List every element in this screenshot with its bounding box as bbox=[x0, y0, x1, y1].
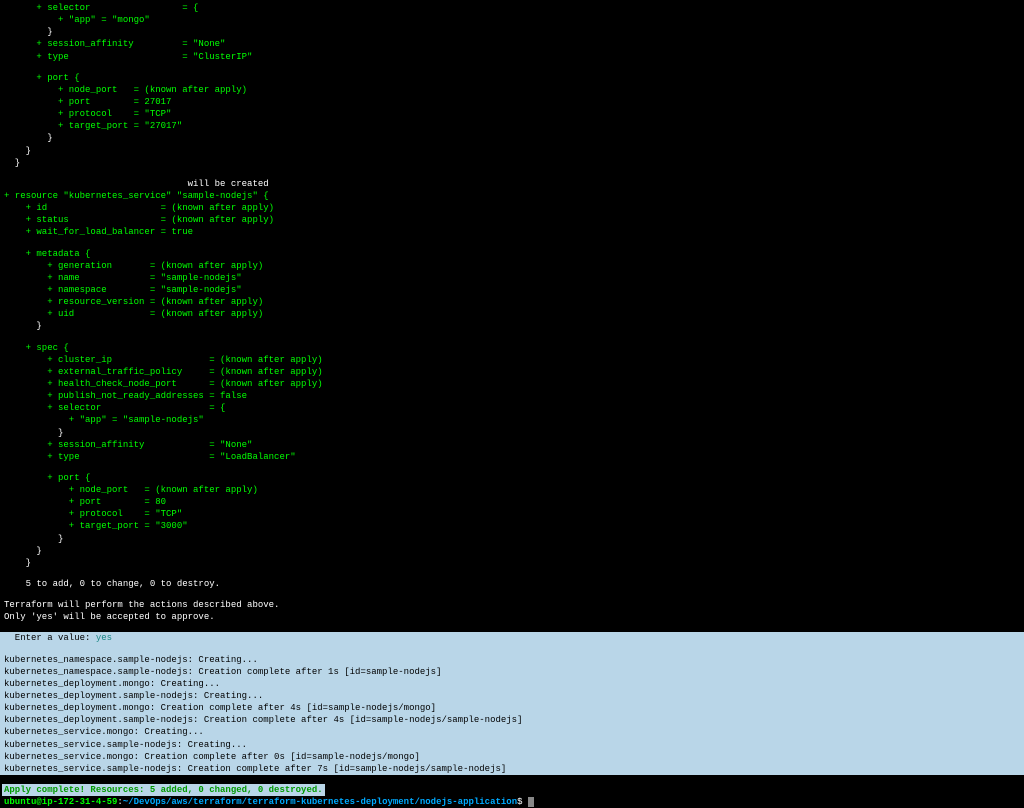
plan-line: + wait_for_load_balancer = true bbox=[4, 226, 1020, 238]
plan-line: } bbox=[4, 427, 1020, 439]
apply-log: kubernetes_service.sample-nodejs: Creati… bbox=[4, 739, 1024, 751]
plan-line: } bbox=[4, 26, 1020, 38]
prompt-dollar: $ bbox=[517, 797, 528, 807]
plan-line: + publish_not_ready_addresses = false bbox=[4, 390, 1020, 402]
plan-line: + status = (known after apply) bbox=[4, 214, 1020, 226]
plan-line: + target_port = "3000" bbox=[4, 520, 1020, 532]
selection-block: Enter a value: yes kubernetes_namespace.… bbox=[0, 632, 1024, 775]
cursor-icon bbox=[528, 797, 534, 807]
plan-line: + selector = { bbox=[4, 2, 1020, 14]
plan-line: + session_affinity = "None" bbox=[4, 38, 1020, 50]
apply-log: kubernetes_namespace.sample-nodejs: Crea… bbox=[4, 666, 1024, 678]
plan-line: } bbox=[4, 533, 1020, 545]
entered-value: yes bbox=[96, 633, 112, 643]
plan-yes-msg: Only 'yes' will be accepted to approve. bbox=[4, 611, 1020, 623]
plan-line: + resource "kubernetes_service" "sample-… bbox=[4, 190, 1020, 202]
plan-line: + external_traffic_policy = (known after… bbox=[4, 366, 1020, 378]
plan-line: + "app" = "mongo" bbox=[4, 14, 1020, 26]
plan-line: + type = "LoadBalancer" bbox=[4, 451, 1020, 463]
plan-line: + protocol = "TCP" bbox=[4, 508, 1020, 520]
plan-line: } bbox=[4, 320, 1020, 332]
plan-summary: 5 to add, 0 to change, 0 to destroy. bbox=[4, 578, 1020, 590]
plan-line: } bbox=[4, 145, 1020, 157]
plan-line: + name = "sample-nodejs" bbox=[4, 272, 1020, 284]
plan-line: + "app" = "sample-nodejs" bbox=[4, 414, 1020, 426]
prompt-path: ~/DevOps/aws/terraform/terraform-kuberne… bbox=[123, 797, 517, 807]
plan-line: } bbox=[4, 545, 1020, 557]
plan-action-msg: Terraform will perform the actions descr… bbox=[4, 599, 1020, 611]
plan-line: + generation = (known after apply) bbox=[4, 260, 1020, 272]
enter-value-prompt: Enter a value: yes bbox=[4, 632, 1024, 644]
plan-line: + health_check_node_port = (known after … bbox=[4, 378, 1020, 390]
plan-line: + port { bbox=[4, 72, 1020, 84]
terminal[interactable]: + selector = { + "app" = "mongo" } + ses… bbox=[0, 0, 1024, 645]
plan-line: + spec { bbox=[4, 342, 1020, 354]
apply-log: kubernetes_deployment.mongo: Creating... bbox=[4, 678, 1024, 690]
plan-line: + uid = (known after apply) bbox=[4, 308, 1020, 320]
plan-line: + port { bbox=[4, 472, 1020, 484]
apply-log: kubernetes_service.mongo: Creating... bbox=[4, 726, 1024, 738]
plan-line: + namespace = "sample-nodejs" bbox=[4, 284, 1020, 296]
apply-log: kubernetes_deployment.sample-nodejs: Cre… bbox=[4, 714, 1024, 726]
plan-line: + resource_version = (known after apply) bbox=[4, 296, 1020, 308]
plan-line: + metadata { bbox=[4, 248, 1020, 260]
plan-line: + type = "ClusterIP" bbox=[4, 51, 1020, 63]
apply-log: kubernetes_deployment.sample-nodejs: Cre… bbox=[4, 690, 1024, 702]
plan-line: } bbox=[4, 132, 1020, 144]
apply-log: kubernetes_service.sample-nodejs: Creati… bbox=[4, 763, 1024, 775]
plan-line: } bbox=[4, 557, 1020, 569]
plan-line: + session_affinity = "None" bbox=[4, 439, 1020, 451]
apply-log: kubernetes_service.mongo: Creation compl… bbox=[4, 751, 1024, 763]
shell-prompt[interactable]: ubuntu@ip-172-31-4-59:~/DevOps/aws/terra… bbox=[4, 796, 1020, 808]
plan-line: } bbox=[4, 157, 1020, 169]
plan-line: + port = 80 bbox=[4, 496, 1020, 508]
apply-complete: Apply complete! Resources: 5 added, 0 ch… bbox=[2, 784, 325, 796]
plan-line: + protocol = "TCP" bbox=[4, 108, 1020, 120]
plan-comment: will be created bbox=[4, 178, 1020, 190]
plan-line: + id = (known after apply) bbox=[4, 202, 1020, 214]
apply-log: kubernetes_namespace.sample-nodejs: Crea… bbox=[4, 654, 1024, 666]
prompt-user: ubuntu@ip-172-31-4-59 bbox=[4, 797, 117, 807]
apply-log: kubernetes_deployment.mongo: Creation co… bbox=[4, 702, 1024, 714]
plan-line: + target_port = "27017" bbox=[4, 120, 1020, 132]
plan-line: + node_port = (known after apply) bbox=[4, 484, 1020, 496]
plan-line: + node_port = (known after apply) bbox=[4, 84, 1020, 96]
plan-line: + cluster_ip = (known after apply) bbox=[4, 354, 1020, 366]
plan-line: + selector = { bbox=[4, 402, 1020, 414]
plan-line: + port = 27017 bbox=[4, 96, 1020, 108]
